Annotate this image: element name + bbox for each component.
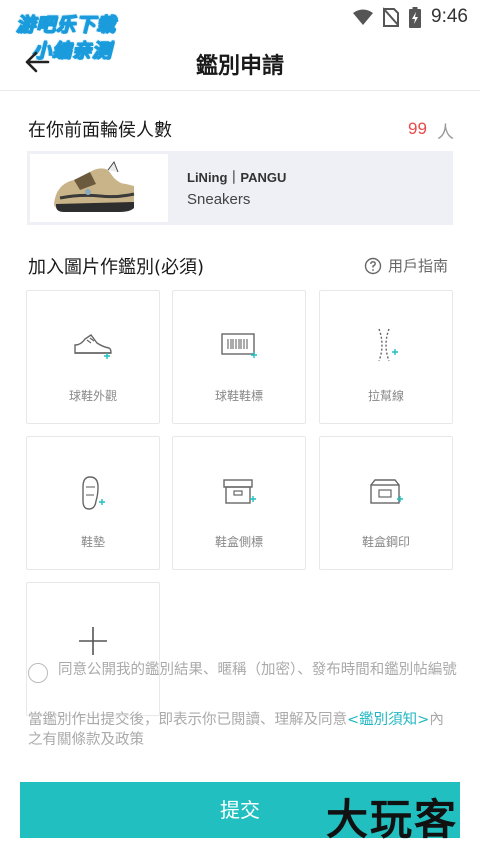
agreement-text: 同意公開我的鑑別結果、暱稱（加密）、發布時間和鑑別帖編號 [58, 662, 457, 678]
sneaker-icon [74, 334, 112, 359]
upload-tile-sneaker-tag[interactable]: 球鞋鞋標 [172, 290, 306, 424]
watermark-line1: 游吧乐下载 [15, 14, 117, 37]
box-side-label-icon [223, 479, 256, 504]
queue-count: 99 [408, 119, 427, 138]
header-divider [0, 90, 480, 91]
user-guide-link[interactable]: 用戶指南 [364, 255, 448, 276]
tile-label: 球鞋外觀 [68, 389, 117, 403]
insole-icon [82, 476, 105, 510]
queue-label: 在你前面輪侯人數 [28, 120, 172, 141]
plus-icon [79, 627, 107, 655]
product-category: Sneakers [187, 191, 251, 208]
notice-terms-link[interactable]: <鑑別須知> [347, 712, 429, 728]
product-card[interactable]: LiNing｜PANGU Sneakers [27, 151, 453, 225]
photo-section-label: 加入圖片作鑑別(必須) [28, 257, 205, 278]
box-stamp-icon [370, 479, 403, 504]
upload-tile-insole[interactable]: 鞋墊 [26, 436, 160, 570]
agreement-radio[interactable] [28, 663, 48, 683]
upload-tile-sneaker-appearance[interactable]: 球鞋外觀 [26, 290, 160, 424]
shoe-photo [54, 160, 135, 212]
submit-notice: 當鑑別作出提交後，即表示你已閱讀、理解及同意<鑑別須知>內之有關條款及政策 [28, 710, 458, 750]
bottom-watermark: 大玩客 [326, 795, 459, 844]
product-brand: LiNing｜PANGU [187, 170, 287, 185]
app-header: 鑑別申請 [0, 34, 480, 90]
user-guide-label: 用戶指南 [388, 257, 449, 275]
queue-unit: 人 [437, 123, 454, 143]
upload-tile-stitch-line[interactable]: 拉幫線 [319, 290, 453, 424]
upload-tile-box-stamp[interactable]: 鞋盒鋼印 [319, 436, 453, 570]
tile-label: 球鞋鞋標 [214, 389, 263, 403]
upload-tile-box-side-label[interactable]: 鞋盒側標 [172, 436, 306, 570]
agreement-row[interactable]: 同意公開我的鑑別結果、暱稱（加密）、發布時間和鑑別帖編號 [28, 660, 458, 683]
tile-label: 鞋墊 [80, 535, 105, 549]
notice-prefix: 當鑑別作出提交後，即表示你已閱讀、理解及同意 [28, 712, 347, 728]
help-circle-icon [364, 257, 382, 274]
battery-icon [409, 6, 422, 28]
no-sim-icon [383, 7, 400, 27]
status-time: 9:46 [431, 6, 468, 27]
tile-label: 鞋盒側標 [214, 535, 263, 549]
add-photo-tile[interactable] [26, 582, 160, 716]
page-title: 鑑別申請 [195, 54, 284, 79]
wifi-icon [353, 9, 374, 25]
product-image [30, 154, 168, 222]
stitch-line-icon [378, 328, 398, 362]
tile-label: 鞋盒鋼印 [361, 535, 410, 549]
barcode-tag-icon [221, 333, 257, 358]
tile-label: 拉幫線 [367, 389, 404, 403]
